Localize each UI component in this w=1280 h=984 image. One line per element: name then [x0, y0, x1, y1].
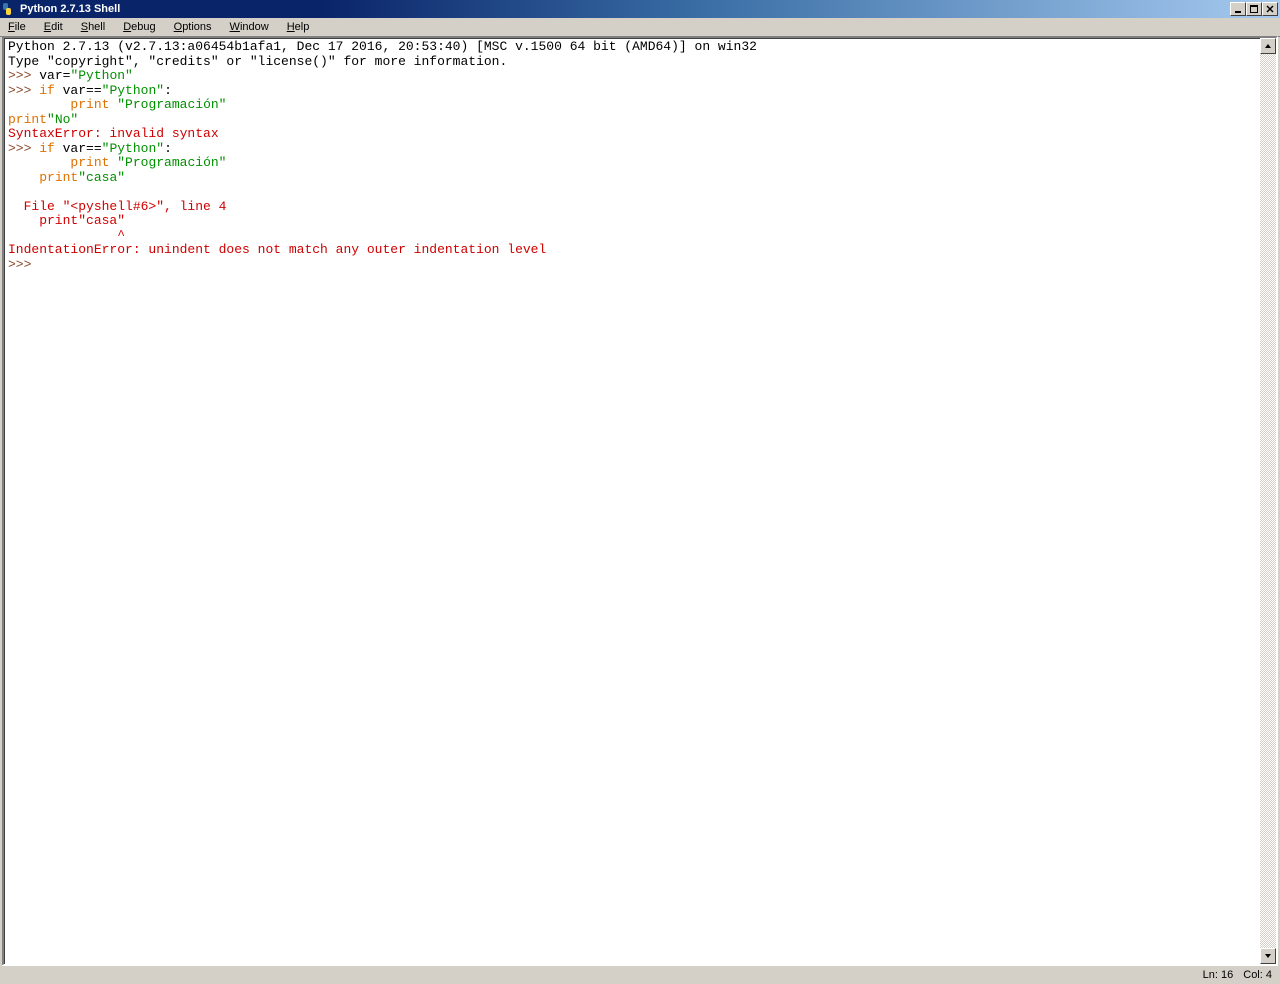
shell-code: var== [55, 141, 102, 156]
close-button[interactable] [1262, 2, 1278, 16]
shell-banner1: Python 2.7.13 (v2.7.13:a06454b1afa1, Dec… [8, 39, 757, 54]
shell-code: : [164, 141, 172, 156]
shell-kw: print [70, 155, 109, 170]
vertical-scrollbar[interactable] [1260, 38, 1276, 964]
menu-shell[interactable]: Shell [77, 20, 109, 34]
shell-code [8, 155, 70, 170]
menu-file[interactable]: File [4, 20, 30, 34]
shell-kw: if [39, 141, 55, 156]
shell-code: var== [55, 83, 102, 98]
menu-debug[interactable]: Debug [119, 20, 159, 34]
scroll-down-button[interactable] [1260, 948, 1276, 964]
status-col: Col: 4 [1243, 969, 1272, 981]
shell-prompt: >>> [8, 141, 39, 156]
shell-kw: print [39, 170, 78, 185]
window-title: Python 2.7.13 Shell [20, 3, 120, 15]
maximize-button[interactable] [1246, 2, 1262, 16]
shell-banner2: Type "copyright", "credits" or "license(… [8, 54, 507, 69]
titlebar: Python 2.7.13 Shell [0, 0, 1280, 18]
menu-help[interactable]: Help [283, 20, 314, 34]
statusbar: Ln: 16 Col: 4 [2, 965, 1278, 984]
scroll-track[interactable] [1260, 54, 1276, 948]
shell-prompt: >>> [8, 68, 39, 83]
shell-prompt: >>> [8, 83, 39, 98]
shell-str: "No" [47, 112, 78, 127]
shell-str: "Python" [70, 68, 132, 83]
shell-error: print"casa" [8, 213, 125, 228]
shell-editor[interactable]: Python 2.7.13 (v2.7.13:a06454b1afa1, Dec… [4, 38, 1260, 964]
shell-code: : [164, 83, 172, 98]
menubar: File Edit Shell Debug Options Window Hel… [0, 18, 1280, 37]
status-line: Ln: 16 [1203, 969, 1234, 981]
shell-str: "Python" [102, 83, 164, 98]
shell-str: "Programación" [117, 155, 226, 170]
shell-code [8, 184, 39, 199]
shell-prompt: >>> [8, 257, 39, 272]
shell-kw: print [8, 112, 47, 127]
shell-kw: print [70, 97, 109, 112]
menu-window[interactable]: Window [226, 20, 273, 34]
minimize-button[interactable] [1230, 2, 1246, 16]
menu-edit[interactable]: Edit [40, 20, 67, 34]
shell-code [8, 97, 70, 112]
shell-str: "casa" [78, 170, 125, 185]
menu-options[interactable]: Options [170, 20, 216, 34]
python-icon [2, 2, 16, 16]
shell-str: "Python" [102, 141, 164, 156]
shell-kw: if [39, 83, 55, 98]
shell-str: "Programación" [117, 97, 226, 112]
window-controls [1230, 2, 1278, 16]
shell-error: File "<pyshell#6>", line 4 [8, 199, 226, 214]
scroll-up-button[interactable] [1260, 38, 1276, 54]
shell-error: SyntaxError: invalid syntax [8, 126, 219, 141]
shell-code: var= [39, 68, 70, 83]
shell-error: ^ [8, 228, 125, 243]
editor-frame: Python 2.7.13 (v2.7.13:a06454b1afa1, Dec… [2, 36, 1278, 966]
shell-error: IndentationError: unindent does not matc… [8, 242, 546, 257]
shell-code [8, 170, 39, 185]
